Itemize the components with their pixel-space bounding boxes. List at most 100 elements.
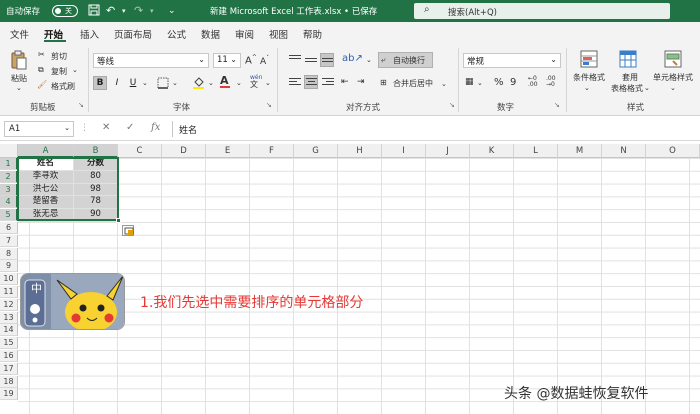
tab-home[interactable]: 开始 (44, 27, 63, 41)
column-header[interactable]: L (514, 144, 558, 158)
row-header[interactable]: 7 (0, 234, 18, 247)
row-header[interactable]: 3 (0, 183, 18, 196)
row-header[interactable]: 6 (0, 222, 18, 234)
tab-help[interactable]: 帮助 (303, 27, 322, 41)
align-right-icon[interactable] (322, 78, 336, 90)
paste-icon[interactable] (11, 50, 27, 70)
borders-icon[interactable] (157, 77, 169, 91)
comma-style-icon[interactable]: 9 (510, 77, 516, 88)
fill-color-icon[interactable] (192, 76, 205, 91)
currency-icon[interactable]: ▦ (465, 77, 474, 87)
undo-dropdown-icon[interactable]: ▾ (122, 7, 126, 15)
column-header[interactable]: K (470, 144, 514, 158)
search-box[interactable]: ⌕ 搜索(Alt+Q) (414, 3, 670, 19)
row-header[interactable]: 15 (0, 337, 18, 350)
column-header[interactable]: O (646, 144, 700, 158)
column-header[interactable]: G (294, 144, 338, 158)
row-header[interactable]: 18 (0, 375, 18, 388)
copy-button[interactable]: 复制 (51, 66, 67, 77)
clipboard-launcher-icon[interactable]: ↘ (78, 101, 84, 109)
decrease-indent-icon[interactable]: ⇤ (341, 77, 349, 87)
font-color-icon[interactable]: A (220, 74, 230, 88)
column-header[interactable]: I (382, 144, 426, 158)
bold-button[interactable]: B (93, 76, 107, 90)
number-format-select[interactable]: 常规 ⌄ (463, 53, 561, 68)
number-launcher-icon[interactable]: ↘ (554, 101, 560, 109)
currency-dropdown-icon[interactable]: ⌄ (477, 79, 483, 87)
merge-dropdown-icon[interactable]: ⌄ (441, 80, 447, 88)
borders-dropdown-icon[interactable]: ⌄ (172, 79, 178, 87)
align-left-icon[interactable] (289, 78, 303, 90)
row-header[interactable]: 17 (0, 362, 18, 375)
row-header[interactable]: 4 (0, 196, 18, 209)
decrease-decimal-icon[interactable]: .00 →0 (546, 76, 556, 88)
percent-icon[interactable]: % (494, 77, 504, 88)
font-launcher-icon[interactable]: ↘ (266, 101, 272, 109)
tab-formulas[interactable]: 公式 (167, 27, 186, 41)
row-header[interactable]: 12 (0, 298, 18, 311)
tab-view[interactable]: 视图 (269, 27, 288, 41)
increase-decimal-icon[interactable]: ←0.00 (528, 76, 538, 88)
tab-review[interactable]: 审阅 (235, 27, 254, 41)
table-cell[interactable]: 90 (74, 209, 118, 222)
header-cell[interactable]: 姓名 (18, 158, 74, 171)
table-cell[interactable]: 洪七公 (18, 183, 74, 197)
fill-handle[interactable] (116, 218, 121, 223)
cell-styles-icon[interactable] (664, 50, 682, 70)
wrap-text-button[interactable]: ⤶ 自动换行 (378, 52, 433, 68)
tab-file[interactable]: 文件 (10, 27, 29, 41)
cancel-formula-button[interactable]: ✕ (102, 122, 110, 133)
cut-button[interactable]: 剪切 (51, 51, 67, 62)
font-color-dropdown-icon[interactable]: ⌄ (236, 79, 242, 87)
phonetic-dropdown-icon[interactable]: ⌄ (265, 79, 271, 87)
title-dropdown-icon[interactable]: ⌄ (371, 6, 377, 14)
underline-dropdown-icon[interactable]: ⌄ (142, 79, 148, 87)
tab-insert[interactable]: 插入 (80, 27, 99, 41)
align-bottom-button[interactable] (320, 53, 334, 67)
paste-button[interactable]: 粘贴 (11, 73, 27, 84)
column-header[interactable]: D (162, 144, 206, 158)
cell-styles-dropdown-icon[interactable]: ⌄ (670, 84, 676, 92)
format-as-table-dropdown-icon[interactable]: ⌄ (644, 84, 650, 92)
save-icon[interactable] (88, 4, 100, 19)
orientation-dropdown-icon[interactable]: ⌄ (366, 56, 372, 64)
italic-button[interactable]: I (110, 76, 124, 90)
row-header[interactable]: 8 (0, 247, 18, 260)
table-cell[interactable]: 78 (74, 196, 118, 210)
row-header[interactable]: 2 (0, 170, 18, 183)
align-center-button[interactable] (304, 75, 318, 89)
cell-styles-button[interactable]: 单元格样式 (653, 72, 693, 83)
align-middle-icon[interactable] (305, 58, 319, 70)
header-cell[interactable]: 分数 (74, 158, 118, 171)
font-name-select[interactable]: 等线 ⌄ (93, 53, 209, 68)
customize-quick-access-icon[interactable]: ⌄ (168, 6, 176, 16)
column-header[interactable]: B (74, 144, 118, 158)
column-header[interactable]: M (558, 144, 602, 158)
conditional-format-dropdown-icon[interactable]: ⌄ (584, 84, 590, 92)
redo-dropdown-icon[interactable]: ▾ (150, 7, 154, 15)
quick-analysis-button[interactable] (122, 225, 134, 236)
format-as-table-icon[interactable] (619, 50, 637, 70)
insert-function-button[interactable]: fx (151, 122, 160, 133)
format-as-table-label-2[interactable]: 表格格式 (611, 83, 643, 94)
copy-dropdown-icon[interactable]: ⌄ (72, 66, 78, 74)
font-grow-button[interactable]: A^ (245, 54, 257, 66)
table-cell[interactable]: 张无忌 (18, 209, 74, 222)
orientation-icon[interactable]: ab↗ (342, 53, 363, 64)
table-cell[interactable]: 楚留香 (18, 196, 74, 210)
row-header[interactable]: 10 (0, 273, 18, 286)
fill-color-dropdown-icon[interactable]: ⌄ (208, 79, 214, 87)
row-header[interactable]: 14 (0, 324, 18, 337)
row-header[interactable]: 19 (0, 388, 18, 401)
tab-data[interactable]: 数据 (201, 27, 220, 41)
enter-formula-button[interactable]: ✓ (126, 122, 134, 133)
phonetic-guide-icon[interactable]: wén 文 (250, 74, 262, 89)
conditional-format-icon[interactable] (580, 50, 598, 70)
redo-icon[interactable]: ↷ (134, 4, 143, 17)
undo-icon[interactable]: ↶ (106, 4, 115, 17)
formula-input[interactable]: 姓名 (172, 121, 696, 137)
tab-page-layout[interactable]: 页面布局 (114, 27, 152, 41)
table-cell[interactable]: 80 (74, 170, 118, 184)
font-shrink-button[interactable]: Aˇ (260, 55, 269, 67)
align-top-icon[interactable] (289, 55, 303, 67)
